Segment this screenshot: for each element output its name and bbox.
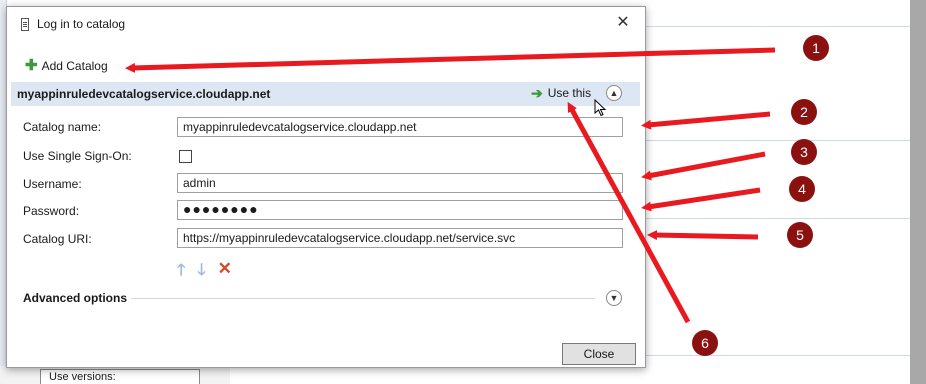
single-sign-on-checkbox[interactable] [179,150,192,163]
arrow-down-icon[interactable]: 🡓 [197,259,205,286]
dialog-titlebar: Log in to catalog ✕ [7,7,645,43]
annotation-badge-3: 3 [791,139,817,165]
mouse-pointer-icon [594,99,607,117]
catalog-uri-label: Catalog URI: [23,232,92,246]
chevron-up-icon[interactable]: ▲ [606,85,622,101]
login-catalog-dialog: Log in to catalog ✕ ✚ Add Catalog myappi… [6,6,646,368]
password-input[interactable]: ●●●●●●●● [177,200,623,220]
delete-icon[interactable]: ✕ [218,259,232,286]
catalog-actions-row: 🡑 🡓 ✕ [177,259,232,286]
close-icon[interactable]: ✕ [613,13,633,33]
catalog-entry-header: myappinruledevcatalogservice.cloudapp.ne… [11,82,640,106]
username-label: Username: [23,177,82,191]
annotation-arrow-4 [641,187,761,212]
catalog-name-input[interactable]: myappinruledevcatalogservice.cloudapp.ne… [177,117,623,137]
advanced-options-heading: Advanced options [23,291,128,305]
add-catalog-label: Add Catalog [41,59,108,73]
background-divider [646,26,910,27]
use-this-button[interactable]: ➔ Use this [531,86,591,100]
use-this-label: Use this [547,86,592,100]
chevron-down-icon[interactable]: ▼ [606,290,622,306]
annotation-arrow-5 [647,230,759,241]
annotation-arrow-3 [641,151,766,181]
advanced-options-divider [131,298,595,299]
document-icon [21,18,29,31]
background-scroll-area [910,0,926,384]
background-divider [646,355,910,356]
plus-icon: ✚ [25,57,38,74]
catalog-header-name: myappinruledevcatalogservice.cloudapp.ne… [17,87,271,101]
annotation-badge-4: 4 [789,176,815,202]
arrow-up-icon[interactable]: 🡑 [177,259,185,286]
annotation-arrow-2 [641,111,771,130]
catalog-uri-input[interactable]: https://myappinruledevcatalogservice.clo… [177,228,623,248]
single-sign-on-label: Use Single Sign-On: [23,149,132,163]
annotation-badge-5: 5 [787,222,813,248]
background-divider [646,140,910,141]
close-button[interactable]: Close [562,343,636,365]
annotation-badge-1: 1 [803,35,829,61]
background-divider [646,218,910,219]
annotation-badge-2: 2 [791,99,817,125]
username-input[interactable]: admin [177,173,623,193]
background-use-versions-field: Use versions: [40,369,200,384]
annotation-badge-6: 6 [692,330,718,356]
catalog-name-label: Catalog name: [23,120,102,134]
password-label: Password: [23,204,80,218]
add-catalog-button[interactable]: ✚ Add Catalog [25,57,108,74]
arrow-right-icon: ➔ [531,85,543,101]
dialog-title: Log in to catalog [37,17,126,31]
